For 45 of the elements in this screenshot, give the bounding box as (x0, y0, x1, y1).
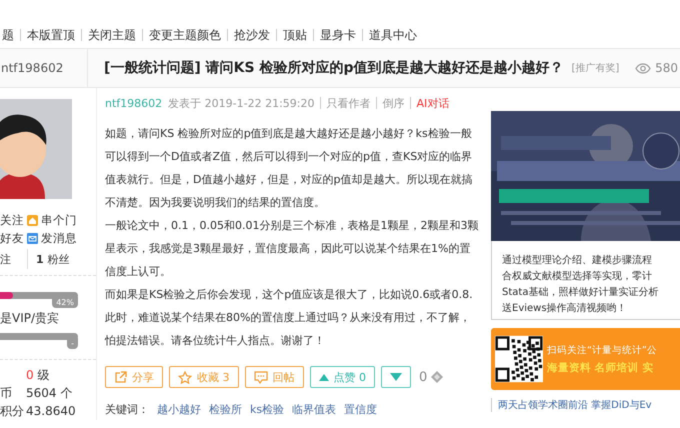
post-paragraph: 而如果是KS检验之后你会发现，这个p值应该是很大了，比如说0.6或者0.8.此时，难道说某个结果在80%的置信度上通过吗？从来没有用过，不了解，怕提法错误。请各位统计牛人指点。谢谢了！ (105, 287, 474, 349)
toolbar-link[interactable]: 显身卡 (314, 26, 362, 44)
info-label: 币 (0, 384, 13, 402)
ad-text: 合权威文献模型选择等实现，零计 (502, 270, 653, 284)
keyword-link[interactable]: 越小越好 (157, 402, 201, 417)
stat-label[interactable]: 注 (0, 252, 11, 266)
toolbar-link[interactable]: 题 (0, 26, 20, 44)
toolbar-link[interactable]: 变更主题颜色 (143, 26, 227, 44)
stat-value: 1 (36, 252, 44, 266)
thread-title: [一般统计问题] 请问KS 检验所对应的p值到底是越大越好还是越小越好？ (104, 59, 564, 77)
message-link[interactable]: 发消息 (41, 230, 77, 246)
info-value: 43.8640 (26, 404, 76, 418)
ad-text: Stata基础，照样做好计量实证分析 (502, 286, 660, 300)
keywords-label: 关键词： (105, 402, 149, 417)
vip-label: 是VIP/贵宾 (0, 310, 60, 327)
follow-link[interactable]: 关注 (0, 212, 24, 228)
info-value: 5604 个 (26, 384, 72, 402)
visit-link[interactable]: 串个门 (41, 212, 77, 228)
toolbar-link[interactable]: 顶贴 (277, 26, 313, 44)
info-value: 0 级 (26, 366, 50, 384)
keyword-link[interactable]: ks检验 (250, 402, 284, 417)
ad-link[interactable]: 两天占领学术圈前沿 掌握DiD与Ev (491, 398, 680, 412)
coin-count: 0 (419, 370, 428, 384)
keyword-link[interactable]: 临界值表 (292, 402, 336, 417)
stat-label[interactable]: 粉丝 (48, 252, 70, 266)
post-paragraph: 如题，请问KS 检验所对应的p值到底是越大越好还是越小越好？ks检验一般可以得到一个D值或者Z值，然后可以得到一个对应的p值，查KS对应的临界值表就行。但是，D值越小越好，但是，对应的p值却是越大。所以现在就搞不清楚。因为我要说明我们的结果的置信度。 (105, 126, 474, 211)
keyword-link[interactable]: 置信度 (344, 402, 378, 417)
follow-link[interactable]: 好友 (0, 230, 24, 246)
post-time: 发表于 2019-1-22 21:59:20 (168, 96, 314, 110)
info-label: 积分 (0, 402, 25, 420)
progress-reading: - (67, 338, 78, 349)
toolbar-link[interactable]: 抢沙发 (228, 26, 276, 44)
promo-text: 扫码关注“计量与统计”公 (547, 344, 657, 356)
ad-text: 通过模型理论介绍、建模步骤流程 (502, 254, 653, 268)
meta-link[interactable]: AI对话 (416, 96, 450, 110)
keyword-link[interactable]: 检验所 (209, 402, 242, 417)
view-count: 580 (655, 61, 678, 75)
toolbar-link[interactable]: 本版置顶 (21, 26, 81, 44)
post-paragraph: 一般论文中，0.1，0.05和0.01分别是三个标准，表格是1颗星，2颗星和3颗星表示，我感觉是3颗星最好，置信度最高，因此可以说某个结果在1%的置信度上认可。 (105, 218, 479, 280)
ad-text: 送Eviews操作高清视频哟！ (502, 302, 628, 316)
promo-text: 海量资料 名师培训 实 (547, 360, 654, 374)
toolbar-link[interactable]: 关闭主题 (82, 26, 142, 44)
author-name[interactable]: ntf198602 (1, 61, 64, 75)
progress-reading: 42% (52, 297, 78, 308)
toolbar-link[interactable]: 道具中心 (363, 26, 423, 44)
